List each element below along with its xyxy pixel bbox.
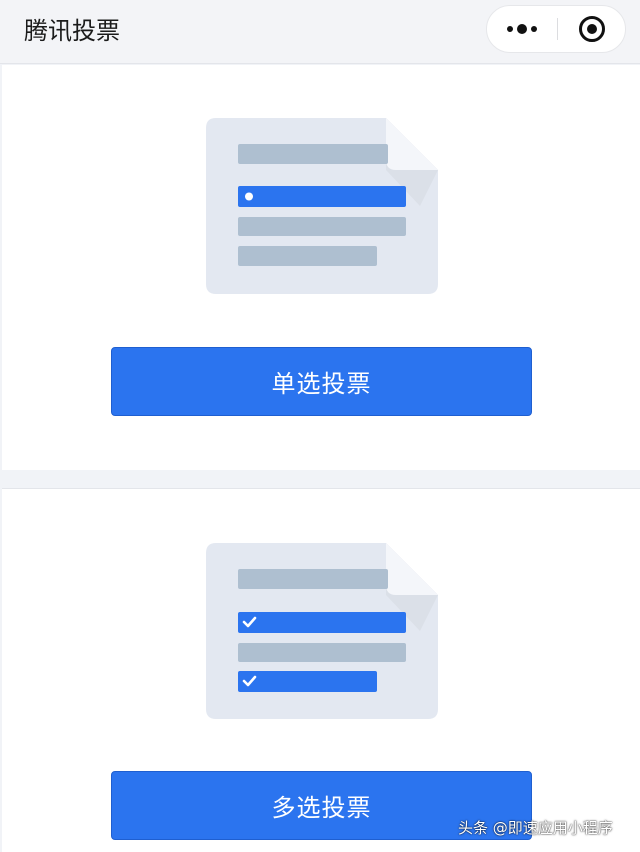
multiple-choice-ballot-icon (206, 543, 438, 719)
multi-vote-card: 多选投票 (2, 488, 640, 852)
page-title: 腾讯投票 (24, 17, 120, 45)
watermark: 头条 @即速应用小程序 (458, 819, 613, 837)
nav-bar: 腾讯投票 (0, 0, 640, 64)
mini-program-capsule (486, 5, 626, 53)
single-vote-button[interactable]: 单选投票 (111, 347, 532, 416)
dot (517, 24, 527, 34)
target-close-icon[interactable] (579, 16, 605, 42)
dot (507, 26, 513, 32)
capsule-divider (557, 18, 558, 40)
dot (531, 26, 537, 32)
screen: 腾讯投票 单选投票 多选投票 头条 @即速应用小程序 (0, 0, 640, 852)
single-choice-ballot-icon (206, 118, 438, 294)
more-dots-icon[interactable] (487, 6, 557, 52)
single-vote-card: 单选投票 (2, 65, 640, 470)
